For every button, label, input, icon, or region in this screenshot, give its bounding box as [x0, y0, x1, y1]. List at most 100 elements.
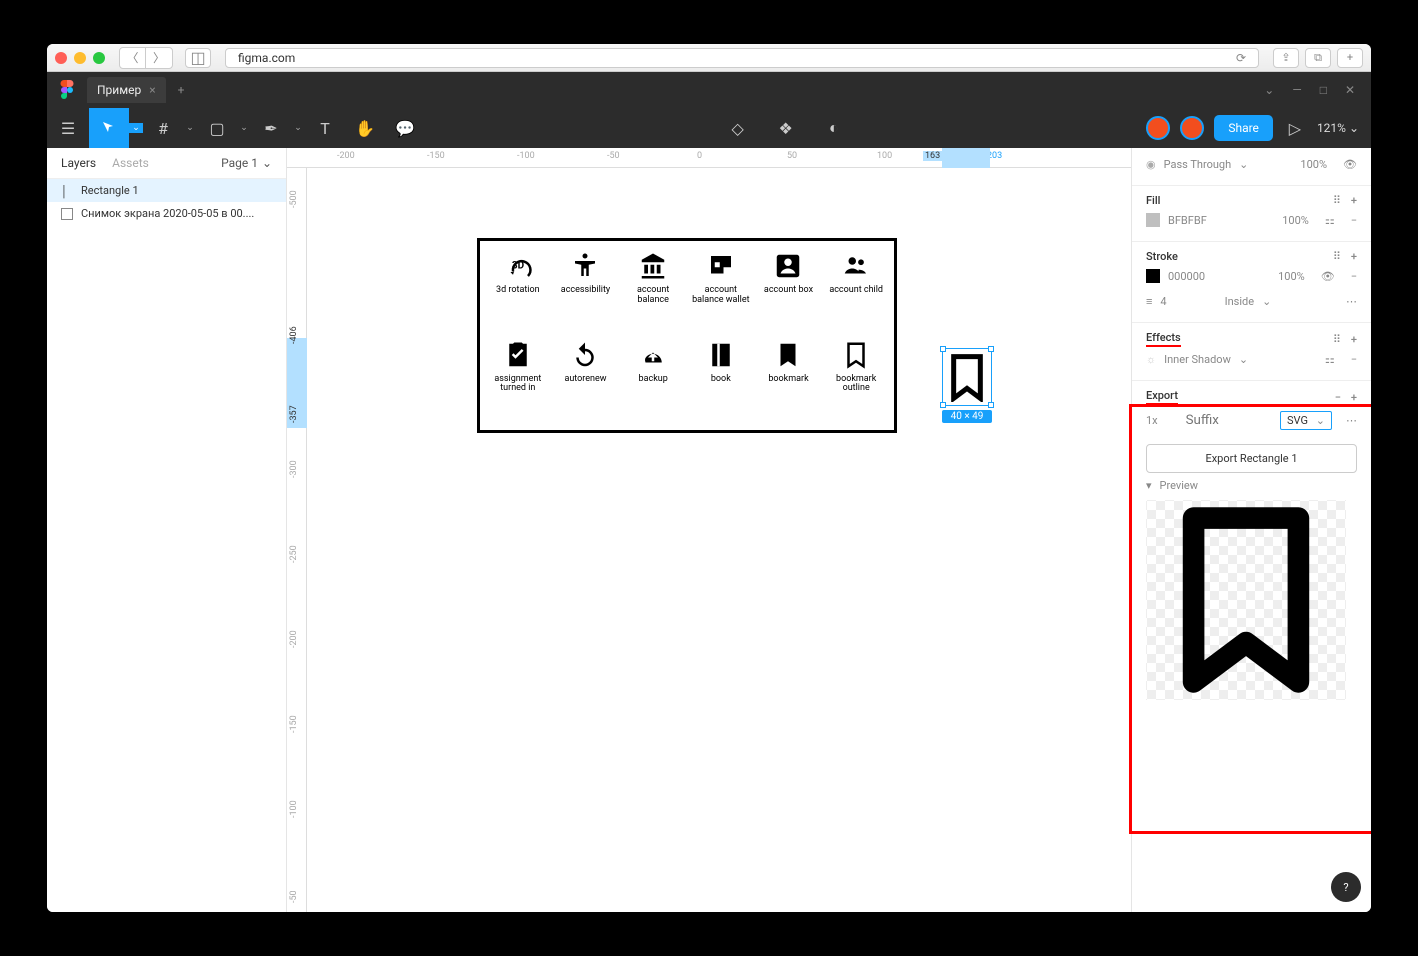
- stroke-swatch[interactable]: [1146, 269, 1160, 283]
- ruler-top: -200 -150 -100 -50 0 50 100 163 203: [287, 148, 1131, 168]
- add-fill-icon[interactable]: +: [1351, 194, 1357, 207]
- move-tool-dropdown[interactable]: ⌄: [129, 123, 143, 133]
- toolbar: ☰ ⌄ # ⌄ ▢ ⌄ ✒ ⌄ T ✋ 💬 ◇: [47, 108, 1371, 148]
- styles-icon[interactable]: ⠿: [1333, 333, 1341, 346]
- move-tool[interactable]: [89, 108, 129, 148]
- share-button[interactable]: Share: [1214, 115, 1273, 141]
- svg-text:3D: 3D: [512, 261, 525, 272]
- annotation-highlight: [1129, 404, 1371, 834]
- remove-stroke-icon[interactable]: −: [1351, 270, 1357, 283]
- file-tab[interactable]: Пример ×: [87, 77, 166, 103]
- remove-fill-icon[interactable]: −: [1351, 214, 1357, 227]
- resize-handle[interactable]: [988, 346, 994, 352]
- hidden-eye-icon[interactable]: ⚏: [1325, 214, 1335, 227]
- maximize-app-icon[interactable]: □: [1320, 83, 1327, 97]
- styles-icon[interactable]: ⠿: [1333, 250, 1341, 263]
- hidden-eye-icon[interactable]: ⚏: [1325, 353, 1335, 366]
- figma-logo-icon[interactable]: [47, 80, 87, 100]
- add-effect-icon[interactable]: +: [1351, 333, 1357, 346]
- present-button[interactable]: ▷: [1283, 108, 1307, 148]
- mask-icon[interactable]: ◐: [814, 108, 854, 148]
- text-tool[interactable]: T: [305, 108, 345, 148]
- stroke-align[interactable]: Inside: [1225, 295, 1254, 308]
- layer-name: Rectangle 1: [81, 184, 139, 197]
- layer-name: Снимок экрана 2020-05-05 в 00....: [81, 207, 254, 220]
- add-stroke-icon[interactable]: +: [1351, 250, 1357, 263]
- canvas[interactable]: -200 -150 -100 -50 0 50 100 163 203 -500…: [287, 148, 1131, 912]
- line-icon: │: [61, 185, 73, 197]
- eye-icon[interactable]: 👁: [1343, 158, 1357, 171]
- image-icon: [61, 208, 73, 220]
- zoom-display[interactable]: 121% ⌄: [1317, 121, 1359, 135]
- left-panel: Layers Assets Page 1 ⌄ │ Rectangle 1 Сни…: [47, 148, 287, 912]
- stroke-hex[interactable]: 000000: [1168, 270, 1205, 283]
- avatar-user-1[interactable]: [1146, 116, 1170, 140]
- right-panel: ◉ Pass Through ⌄ 100% 👁 Fill ⠿+ BFBFBF: [1131, 148, 1371, 912]
- tab-layers[interactable]: Layers: [61, 156, 96, 170]
- shape-tool[interactable]: ▢: [197, 108, 237, 148]
- back-button[interactable]: 〈: [120, 48, 146, 68]
- canvas-selection[interactable]: 40 × 49: [942, 348, 992, 418]
- comment-tool[interactable]: 💬: [385, 108, 425, 148]
- fill-opacity[interactable]: 100%: [1282, 214, 1309, 227]
- add-export-icon[interactable]: +: [1351, 391, 1357, 404]
- stroke-section-label: Stroke: [1146, 250, 1178, 263]
- reload-icon[interactable]: ⟳: [1236, 51, 1246, 65]
- fill-section-label: Fill: [1146, 194, 1160, 207]
- url-bar[interactable]: figma.com ⟳: [225, 48, 1259, 68]
- remove-effect-icon[interactable]: −: [1351, 353, 1357, 366]
- main-menu-button[interactable]: ☰: [47, 108, 89, 148]
- share-browser-button[interactable]: ⇪: [1273, 48, 1299, 68]
- stroke-weight-icon: ≡: [1146, 295, 1152, 308]
- tabs-button[interactable]: ⧉: [1305, 48, 1331, 68]
- fill-hex[interactable]: BFBFBF: [1168, 214, 1207, 227]
- shape-tool-dropdown[interactable]: ⌄: [237, 123, 251, 133]
- stroke-opacity[interactable]: 100%: [1278, 270, 1305, 283]
- pen-tool-dropdown[interactable]: ⌄: [291, 123, 305, 133]
- new-file-tab[interactable]: +: [166, 83, 197, 97]
- help-button[interactable]: ?: [1331, 872, 1361, 902]
- tab-assets[interactable]: Assets: [112, 156, 149, 170]
- layer-opacity[interactable]: 100%: [1300, 158, 1327, 171]
- close-app-icon[interactable]: ✕: [1345, 83, 1355, 97]
- minimize-window-icon[interactable]: [74, 52, 86, 64]
- dropdown-chevron-icon[interactable]: ⌄: [1264, 83, 1274, 97]
- hand-tool[interactable]: ✋: [345, 108, 385, 148]
- edit-object-icon[interactable]: ◇: [718, 108, 758, 148]
- components-icon[interactable]: ❖: [766, 108, 806, 148]
- title-bar: Пример × + ⌄ — □ ✕: [47, 72, 1371, 108]
- new-tab-button[interactable]: +: [1337, 48, 1363, 68]
- browser-chrome: 〈 〉 ◫ figma.com ⟳ ⇪ ⧉ +: [47, 44, 1371, 72]
- styles-icon[interactable]: ⠿: [1333, 194, 1341, 207]
- stroke-width[interactable]: 4: [1160, 295, 1166, 308]
- blend-mode[interactable]: Pass Through: [1164, 158, 1232, 171]
- forward-button[interactable]: 〉: [146, 48, 172, 68]
- effect-type[interactable]: Inner Shadow: [1164, 353, 1231, 366]
- stroke-more-icon[interactable]: ⋯: [1346, 295, 1357, 308]
- eye-icon[interactable]: 👁: [1321, 270, 1335, 283]
- export-section-label: Export: [1146, 389, 1178, 405]
- effects-section-label: Effects: [1146, 331, 1181, 347]
- avatar-user-2[interactable]: [1180, 116, 1204, 140]
- fill-swatch[interactable]: [1146, 213, 1160, 227]
- pen-tool[interactable]: ✒: [251, 108, 291, 148]
- sidebar-button[interactable]: ◫: [185, 48, 211, 68]
- selection-dimensions: 40 × 49: [942, 410, 992, 423]
- url-text: figma.com: [238, 51, 295, 65]
- maximize-window-icon[interactable]: [93, 52, 105, 64]
- effect-settings-icon[interactable]: ☼: [1146, 353, 1156, 366]
- resize-handle[interactable]: [940, 402, 946, 408]
- layer-item-screenshot[interactable]: Снимок экрана 2020-05-05 в 00....: [47, 202, 286, 225]
- resize-handle[interactable]: [940, 346, 946, 352]
- remove-export-icon[interactable]: −: [1335, 391, 1341, 404]
- minimize-app-icon[interactable]: —: [1292, 83, 1301, 97]
- pages-dropdown[interactable]: Page 1 ⌄: [221, 156, 272, 170]
- frame-tool[interactable]: #: [143, 108, 183, 148]
- traffic-lights: [55, 52, 105, 64]
- frame-tool-dropdown[interactable]: ⌄: [183, 123, 197, 133]
- file-tab-name: Пример: [97, 83, 141, 97]
- close-window-icon[interactable]: [55, 52, 67, 64]
- layer-item-rectangle[interactable]: │ Rectangle 1: [47, 179, 286, 202]
- resize-handle[interactable]: [988, 402, 994, 408]
- close-tab-icon[interactable]: ×: [149, 83, 155, 97]
